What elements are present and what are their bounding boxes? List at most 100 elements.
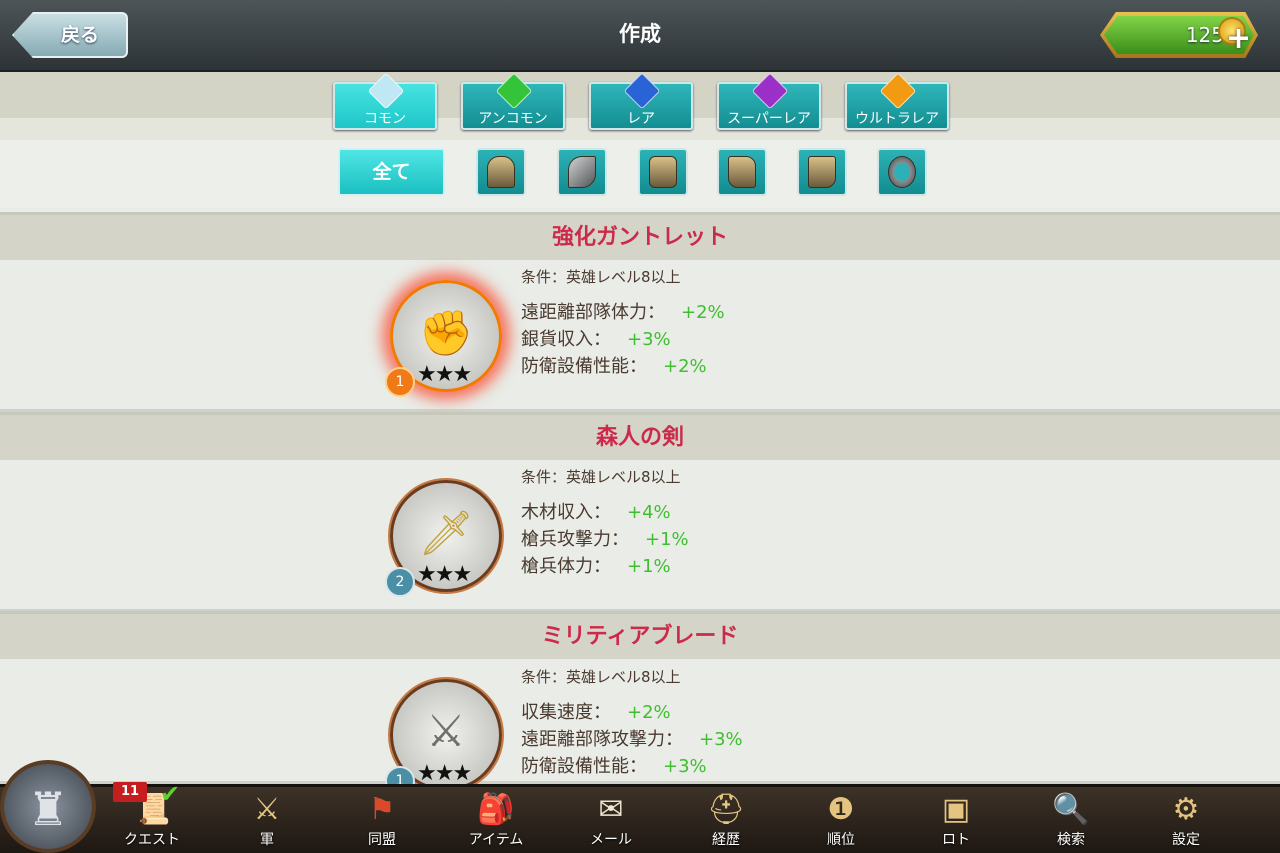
plus-icon[interactable]: + bbox=[1226, 24, 1251, 54]
nav-label: 順位 bbox=[827, 832, 855, 848]
tab-label: コモン bbox=[364, 111, 406, 127]
nav-lotto[interactable]: ▣ ロト bbox=[908, 786, 1004, 853]
stat-label: 槍兵攻撃力： bbox=[521, 529, 629, 550]
recipe-title: ミリティアブレード bbox=[0, 611, 1280, 659]
nav-label: アイテム bbox=[468, 832, 524, 848]
stat-line: 槍兵体力： +1% bbox=[521, 552, 671, 578]
filter-ring-button[interactable] bbox=[877, 148, 927, 196]
stat-label: 防衛設備性能： bbox=[521, 756, 647, 777]
armor-icon bbox=[649, 156, 677, 188]
tab-uncommon[interactable]: アンコモン bbox=[461, 72, 565, 130]
nav-label: ロト bbox=[942, 832, 970, 848]
stat-label: 防衛設備性能： bbox=[521, 356, 647, 377]
boots-icon bbox=[808, 156, 836, 188]
nav-ranking[interactable]: ❶ 順位 bbox=[793, 786, 889, 853]
nav-history[interactable]: ⛑ 経歴 bbox=[678, 786, 774, 853]
stat-value: +3% bbox=[627, 329, 671, 350]
stat-label: 遠距離部隊体力： bbox=[521, 302, 665, 323]
filter-weapon-button[interactable] bbox=[557, 148, 607, 196]
gauntlet-icon bbox=[728, 156, 756, 188]
gear-icon: ⚙ bbox=[1172, 792, 1200, 827]
ring-icon bbox=[888, 156, 916, 188]
nav-alliance[interactable]: ⚑ 同盟 bbox=[334, 786, 430, 853]
backpack-icon: 🎒 bbox=[477, 792, 515, 827]
tab-common[interactable]: コモン bbox=[333, 72, 437, 130]
filter-all-button[interactable]: 全て bbox=[338, 148, 445, 196]
quest-count-badge: 11 bbox=[113, 782, 147, 802]
level-badge: 1 bbox=[385, 367, 415, 397]
requirement-text: 条件：英雄レベル8以上 bbox=[521, 268, 681, 286]
filter-armor-button[interactable] bbox=[638, 148, 688, 196]
banner-icon: ⚑ bbox=[368, 792, 396, 827]
stat-line: 収集速度： +2% bbox=[521, 698, 671, 724]
stat-label: 木材収入： bbox=[521, 502, 611, 523]
stat-value: +3% bbox=[699, 729, 743, 750]
stat-value: +2% bbox=[627, 702, 671, 723]
stat-label: 遠距離部隊攻撃力： bbox=[521, 729, 683, 750]
treasure-chest-icon: ▣ bbox=[941, 792, 971, 827]
stat-line: 防衛設備性能： +2% bbox=[521, 352, 707, 378]
blade-icon: ⚔ bbox=[426, 706, 466, 757]
level-badge: 2 bbox=[385, 567, 415, 597]
stat-line: 木材収入： +4% bbox=[521, 498, 671, 524]
castle-home-button[interactable]: ♜ bbox=[0, 760, 96, 853]
filter-gauntlet-button[interactable] bbox=[717, 148, 767, 196]
stat-line: 防衛設備性能： +3% bbox=[521, 752, 707, 778]
stat-value: +3% bbox=[663, 756, 707, 777]
helmet-icon bbox=[487, 156, 515, 188]
item-portrait[interactable]: 🗡 ★★★ 2 bbox=[385, 480, 502, 597]
item-portrait[interactable]: ✊ ★★★ 1 bbox=[385, 280, 502, 397]
nav-items[interactable]: 🎒 アイテム bbox=[448, 786, 544, 853]
nav-label: 同盟 bbox=[368, 832, 396, 848]
star-rating: ★★★ bbox=[417, 562, 472, 587]
nav-mail[interactable]: ✉ メール bbox=[563, 786, 659, 853]
envelope-icon: ✉ bbox=[598, 792, 624, 827]
page-title: 作成 bbox=[619, 22, 661, 46]
castle-icon: ♜ bbox=[27, 782, 69, 836]
tab-label: ウルトラレア bbox=[855, 111, 939, 127]
tab-ultra-rare[interactable]: ウルトラレア bbox=[845, 72, 949, 130]
nav-label: 経歴 bbox=[712, 832, 740, 848]
nav-label: クエスト bbox=[124, 832, 180, 848]
stat-line: 槍兵攻撃力： +1% bbox=[521, 525, 689, 551]
nav-army[interactable]: ⚔ 軍 bbox=[219, 786, 315, 853]
knight-helmet-icon: ⛑ bbox=[706, 792, 746, 827]
stat-line: 遠距離部隊攻撃力： +3% bbox=[521, 725, 743, 751]
tab-rare[interactable]: レア bbox=[589, 72, 693, 130]
filter-boots-button[interactable] bbox=[797, 148, 847, 196]
filter-helmet-button[interactable] bbox=[476, 148, 526, 196]
tab-super-rare[interactable]: スーパーレア bbox=[717, 72, 821, 130]
gauntlet-icon: ✊ bbox=[418, 308, 474, 359]
recipe-title: 強化ガントレット bbox=[0, 212, 1280, 260]
sword-icon: 🗡 bbox=[418, 508, 474, 559]
stat-label: 収集速度： bbox=[521, 702, 611, 723]
nav-search[interactable]: 🔍 検索 bbox=[1023, 786, 1119, 853]
stat-line: 銀貨収入： +3% bbox=[521, 325, 671, 351]
check-icon: ✔ bbox=[160, 780, 181, 808]
nav-settings[interactable]: ⚙ 設定 bbox=[1138, 786, 1234, 853]
stat-value: +4% bbox=[627, 502, 671, 523]
nav-label: 軍 bbox=[260, 832, 274, 848]
item-portrait[interactable]: ⚔ ★★★ 1 bbox=[385, 679, 502, 796]
crossed-swords-icon: ⚔ bbox=[253, 792, 281, 827]
requirement-text: 条件：英雄レベル8以上 bbox=[521, 468, 681, 486]
tab-label: アンコモン bbox=[478, 111, 548, 127]
stat-line: 遠距離部隊体力： +2% bbox=[521, 298, 725, 324]
stat-label: 銀貨収入： bbox=[521, 329, 611, 350]
tab-label: レア bbox=[627, 111, 655, 127]
nav-label: 設定 bbox=[1172, 832, 1200, 848]
laurel-rank-icon: ❶ bbox=[827, 792, 855, 827]
stat-value: +1% bbox=[645, 529, 689, 550]
star-rating: ★★★ bbox=[417, 362, 472, 387]
stat-label: 槍兵体力： bbox=[521, 556, 611, 577]
requirement-text: 条件：英雄レベル8以上 bbox=[521, 668, 681, 686]
tab-label: スーパーレア bbox=[727, 111, 811, 127]
axe-icon bbox=[568, 156, 596, 188]
star-rating: ★★★ bbox=[417, 761, 472, 786]
nav-label: 検索 bbox=[1057, 832, 1085, 848]
magnifier-icon: 🔍 bbox=[1052, 792, 1090, 827]
nav-label: メール bbox=[590, 832, 632, 848]
stat-value: +2% bbox=[663, 356, 707, 377]
stat-value: +1% bbox=[627, 556, 671, 577]
stat-value: +2% bbox=[681, 302, 725, 323]
